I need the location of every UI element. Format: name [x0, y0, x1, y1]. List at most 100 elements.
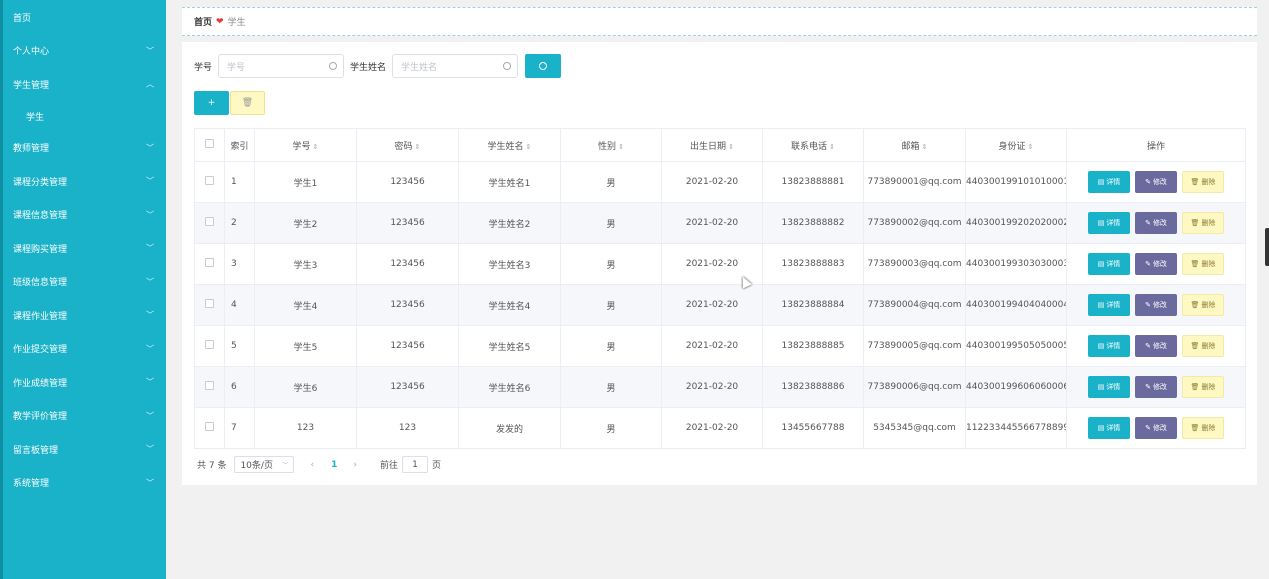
student-id-input[interactable]: 学号 [218, 54, 345, 78]
detail-button[interactable]: ▤ 详情 [1088, 253, 1130, 275]
next-page-button[interactable]: › [353, 460, 357, 470]
col-header-password[interactable]: 密码 ⇕ [356, 128, 459, 162]
row-checkbox[interactable] [205, 340, 214, 349]
delete-button[interactable]: 🗑 删除 [1182, 253, 1224, 275]
sidebar-item[interactable]: 系统管理 ﹀ [3, 466, 166, 500]
add-button[interactable]: + [194, 91, 229, 115]
side-handle[interactable] [1265, 228, 1269, 266]
row-checkbox[interactable] [205, 381, 214, 390]
sidebar-item[interactable]: 教学评价管理 ﹀ [3, 399, 166, 433]
sidebar-item[interactable]: 课程信息管理 ﹀ [3, 198, 166, 232]
sort-icon[interactable]: ⇕ [526, 143, 532, 151]
cell-index: 6 [224, 366, 255, 408]
row-checkbox[interactable] [205, 217, 214, 226]
col-header-birth[interactable]: 出生日期 ⇕ [661, 128, 763, 162]
row-select-cell [194, 284, 225, 326]
detail-button[interactable]: ▤ 详情 [1088, 212, 1130, 234]
edit-button[interactable]: ✎ 修改 [1135, 335, 1177, 357]
delete-button[interactable]: 🗑 删除 [1182, 171, 1224, 193]
table-row: 1 学生1 123456 学生姓名1 男 2021-02-20 13823888881 773… [194, 161, 1246, 203]
row-checkbox[interactable] [205, 176, 214, 185]
cell-phone: 13823888883 [762, 243, 864, 285]
delete-button[interactable]: 🗑 删除 [1182, 212, 1224, 234]
sort-icon[interactable]: ⇕ [1028, 143, 1034, 151]
sidebar-item[interactable]: 教师管理 ﹀ [3, 131, 166, 165]
cell-id: 学生1 [254, 161, 357, 203]
sort-icon[interactable]: ⇕ [618, 143, 624, 151]
col-header-email[interactable]: 邮箱 ⇕ [863, 128, 966, 162]
sort-icon[interactable]: ⇕ [313, 143, 319, 151]
row-checkbox[interactable] [205, 299, 214, 308]
page-suffix: 页 [431, 461, 441, 471]
prev-page-button[interactable]: ‹ [310, 460, 314, 470]
sidebar-item[interactable]: 学生管理 ︿ [3, 68, 166, 102]
sidebar-item[interactable]: 课程分类管理 ﹀ [3, 165, 166, 199]
cell-id: 123 [254, 407, 357, 449]
cell-birth: 2021-02-20 [661, 284, 763, 326]
col-header-gender[interactable]: 性别 ⇕ [560, 128, 662, 162]
row-select-cell [194, 325, 225, 367]
row-select-cell [194, 243, 225, 285]
cell-birth: 2021-02-20 [661, 366, 763, 408]
detail-button[interactable]: ▤ 详情 [1088, 294, 1130, 316]
sidebar-item[interactable]: 课程购买管理 ﹀ [3, 232, 166, 266]
sidebar-item[interactable]: 个人中心 ﹀ [3, 34, 166, 68]
col-header-name[interactable]: 学生姓名 ⇕ [458, 128, 561, 162]
col-header-idcard[interactable]: 身份证 ⇕ [965, 128, 1067, 162]
cell-ops: ▤ 详情 ✎ 修改 🗑 删除 [1066, 325, 1246, 367]
cell-gender: 男 [560, 407, 662, 449]
sidebar-item[interactable]: 课程作业管理 ﹀ [3, 299, 166, 333]
sort-icon[interactable]: ⇕ [415, 143, 421, 151]
detail-button[interactable]: ▤ 详情 [1088, 171, 1130, 193]
total-count: 共 7 条 [197, 461, 227, 471]
delete-button[interactable]: 🗑 删除 [1182, 417, 1224, 439]
edit-button[interactable]: ✎ 修改 [1135, 212, 1177, 234]
sidebar-item[interactable]: 作业提交管理 ﹀ [3, 332, 166, 366]
trash-icon: 🗑 [1190, 178, 1200, 186]
cell-id: 学生4 [254, 284, 357, 326]
sidebar-item[interactable]: 作业成绩管理 ﹀ [3, 366, 166, 400]
edit-button[interactable]: ✎ 修改 [1135, 253, 1177, 275]
sidebar-subitem-student[interactable]: 学生 [3, 101, 166, 131]
col-header-phone[interactable]: 联系电话 ⇕ [762, 128, 864, 162]
sort-icon[interactable]: ⇕ [728, 143, 734, 151]
edit-button[interactable]: ✎ 修改 [1135, 417, 1177, 439]
select-all-checkbox[interactable] [205, 139, 214, 148]
plus-icon: + [207, 98, 216, 108]
delete-button[interactable]: 🗑 删除 [1182, 294, 1224, 316]
sidebar-item[interactable]: 留言板管理 ﹀ [3, 433, 166, 467]
edit-button[interactable]: ✎ 修改 [1135, 376, 1177, 398]
student-name-input[interactable]: 学生姓名 [392, 54, 519, 78]
detail-button[interactable]: ▤ 详情 [1088, 335, 1130, 357]
cell-gender: 男 [560, 243, 662, 285]
search-icon [539, 62, 548, 70]
detail-button[interactable]: ▤ 详情 [1088, 376, 1130, 398]
sidebar-item-label: 作业成绩管理 [13, 378, 68, 389]
edit-button[interactable]: ✎ 修改 [1135, 171, 1177, 193]
row-checkbox[interactable] [205, 422, 214, 431]
goto-page-input[interactable]: 1 [401, 456, 428, 473]
edit-button[interactable]: ✎ 修改 [1135, 294, 1177, 316]
sort-icon[interactable]: ⇕ [922, 143, 928, 151]
page-number[interactable]: 1 [331, 460, 337, 470]
batch-delete-button[interactable]: 🗑 [230, 91, 265, 115]
detail-button[interactable]: ▤ 详情 [1088, 417, 1130, 439]
table-body: 1 学生1 123456 学生姓名1 男 2021-02-20 13823888881 773… [194, 161, 1246, 449]
table-row: 2 学生2 123456 学生姓名2 男 2021-02-20 13823888882 773… [194, 202, 1246, 244]
sort-icon[interactable]: ⇕ [829, 143, 835, 151]
sidebar-item-label: 课程作业管理 [13, 311, 68, 322]
row-checkbox[interactable] [205, 258, 214, 267]
trash-icon: 🗑 [1190, 383, 1200, 391]
page-size-select[interactable]: 10条/页 ﹀ [234, 456, 295, 473]
search-button[interactable] [525, 54, 562, 78]
detail-button-label: 详情 [1106, 424, 1121, 432]
sidebar-item[interactable]: 首页 [3, 0, 166, 34]
delete-button[interactable]: 🗑 删除 [1182, 376, 1224, 398]
breadcrumb-home[interactable]: 首页 [194, 15, 212, 28]
cell-phone: 13823888882 [762, 202, 864, 244]
col-header-id[interactable]: 学号 ⇕ [254, 128, 357, 162]
delete-button[interactable]: 🗑 删除 [1182, 335, 1224, 357]
sidebar-item[interactable]: 班级信息管理 ﹀ [3, 265, 166, 299]
row-actions: ▤ 详情 ✎ 修改 🗑 删除 [1068, 212, 1245, 234]
sidebar-item-label: 课程购买管理 [13, 244, 68, 255]
